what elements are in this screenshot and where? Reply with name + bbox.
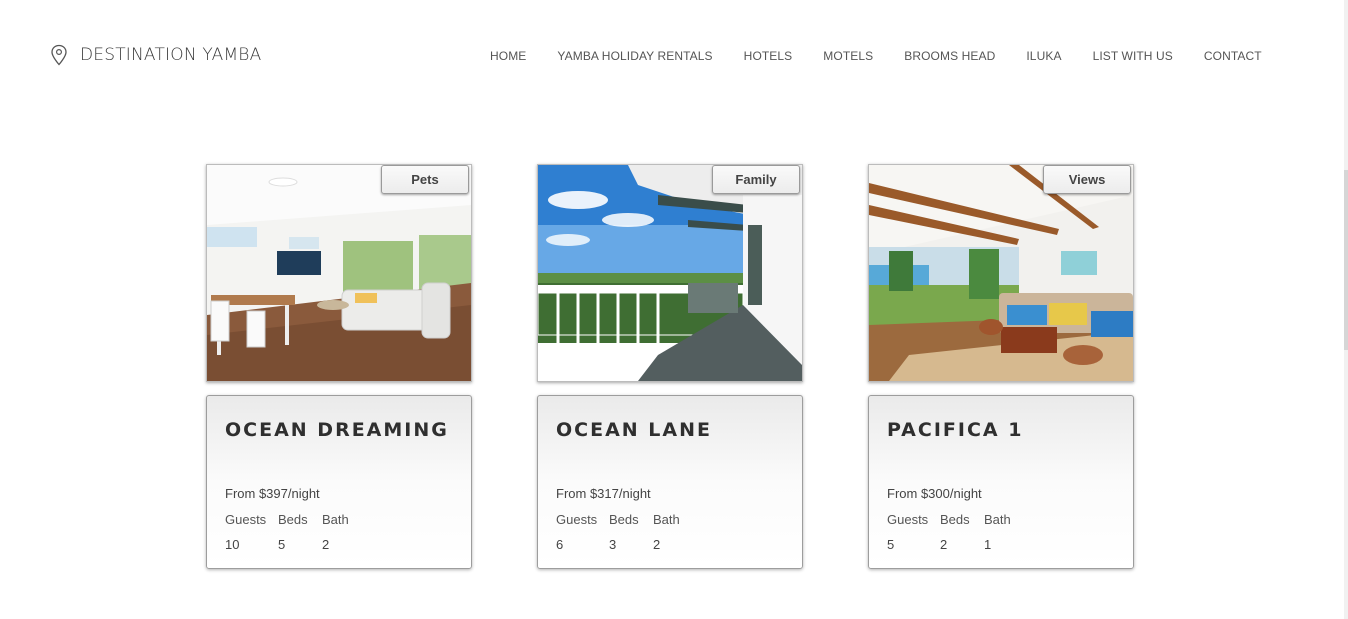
- listing-photo[interactable]: Views: [868, 164, 1134, 382]
- location-pin-icon: [51, 44, 67, 66]
- listing-card-pacifica-1[interactable]: Views PACIFICA 1 From $300/night Guests …: [868, 164, 1134, 569]
- listing-tag: Views: [1043, 165, 1131, 194]
- nav-hotels[interactable]: HOTELS: [744, 49, 793, 63]
- listing-title[interactable]: PACIFICA 1: [887, 419, 1023, 441]
- guests-value: 5: [887, 537, 895, 552]
- listing-card-ocean-dreaming[interactable]: Pets OCEAN DREAMING From $397/night Gues…: [206, 164, 472, 569]
- guests-value: 10: [225, 537, 240, 552]
- listing-info-panel[interactable]: PACIFICA 1 From $300/night Guests Beds B…: [868, 395, 1134, 569]
- brand-logo[interactable]: DESTINATION YAMBA: [50, 44, 261, 66]
- nav-yamba-holiday-rentals[interactable]: YAMBA HOLIDAY RENTALS: [557, 49, 712, 63]
- guests-label: Guests: [887, 512, 929, 527]
- listing-price: From $300/night: [887, 486, 982, 501]
- nav-home[interactable]: HOME: [490, 49, 526, 63]
- listing-photo[interactable]: Family: [537, 164, 803, 382]
- bath-value: 1: [984, 537, 992, 552]
- listing-info-panel[interactable]: OCEAN DREAMING From $397/night Guests Be…: [206, 395, 472, 569]
- guests-value: 6: [556, 537, 564, 552]
- listing-photo[interactable]: Pets: [206, 164, 472, 382]
- nav-contact[interactable]: CONTACT: [1204, 49, 1262, 63]
- lounge-room-image: [869, 165, 1133, 381]
- beds-label: Beds: [609, 512, 639, 527]
- main-navigation: HOME YAMBA HOLIDAY RENTALS HOTELS MOTELS…: [490, 49, 1293, 63]
- beds-label: Beds: [278, 512, 308, 527]
- bath-label: Bath: [653, 512, 680, 527]
- bath-value: 2: [653, 537, 661, 552]
- guests-label: Guests: [225, 512, 267, 527]
- balcony-image: [538, 165, 802, 381]
- scrollbar-thumb[interactable]: [1344, 170, 1348, 350]
- site-title: DESTINATION YAMBA: [80, 45, 262, 65]
- listing-tag: Pets: [381, 165, 469, 194]
- beds-value: 2: [940, 537, 948, 552]
- listing-card-ocean-lane[interactable]: Family OCEAN LANE From $317/night Guests…: [537, 164, 803, 569]
- living-room-image: [207, 165, 471, 381]
- bath-label: Bath: [322, 512, 349, 527]
- listing-price: From $317/night: [556, 486, 651, 501]
- nav-brooms-head[interactable]: BROOMS HEAD: [904, 49, 995, 63]
- listing-tag: Family: [712, 165, 800, 194]
- listing-title[interactable]: OCEAN DREAMING: [225, 419, 449, 441]
- beds-value: 3: [609, 537, 617, 552]
- nav-iluka[interactable]: ILUKA: [1026, 49, 1061, 63]
- guests-label: Guests: [556, 512, 598, 527]
- beds-value: 5: [278, 537, 286, 552]
- beds-label: Beds: [940, 512, 970, 527]
- nav-motels[interactable]: MOTELS: [823, 49, 873, 63]
- bath-value: 2: [322, 537, 330, 552]
- bath-label: Bath: [984, 512, 1011, 527]
- listing-info-panel[interactable]: OCEAN LANE From $317/night Guests Beds B…: [537, 395, 803, 569]
- listing-price: From $397/night: [225, 486, 320, 501]
- nav-list-with-us[interactable]: LIST WITH US: [1093, 49, 1173, 63]
- listing-title[interactable]: OCEAN LANE: [556, 419, 712, 441]
